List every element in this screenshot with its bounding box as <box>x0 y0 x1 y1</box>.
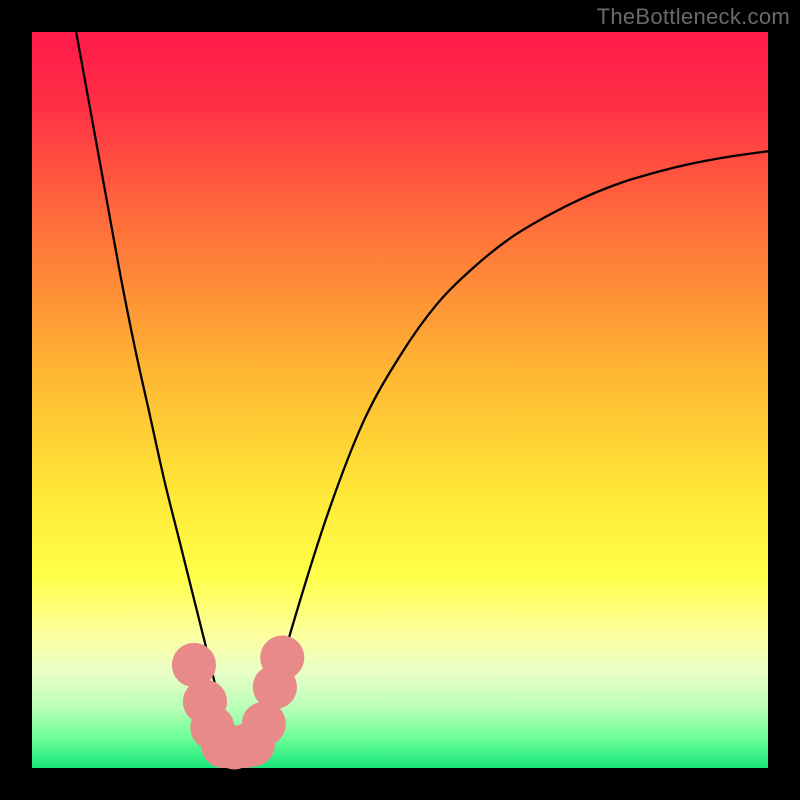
watermark-text: TheBottleneck.com <box>597 4 790 30</box>
plot-background-gradient <box>32 32 768 768</box>
plot-svg <box>32 32 768 768</box>
chart-frame: TheBottleneck.com <box>0 0 800 800</box>
valley-marker <box>260 636 304 680</box>
plot-area <box>32 32 768 768</box>
